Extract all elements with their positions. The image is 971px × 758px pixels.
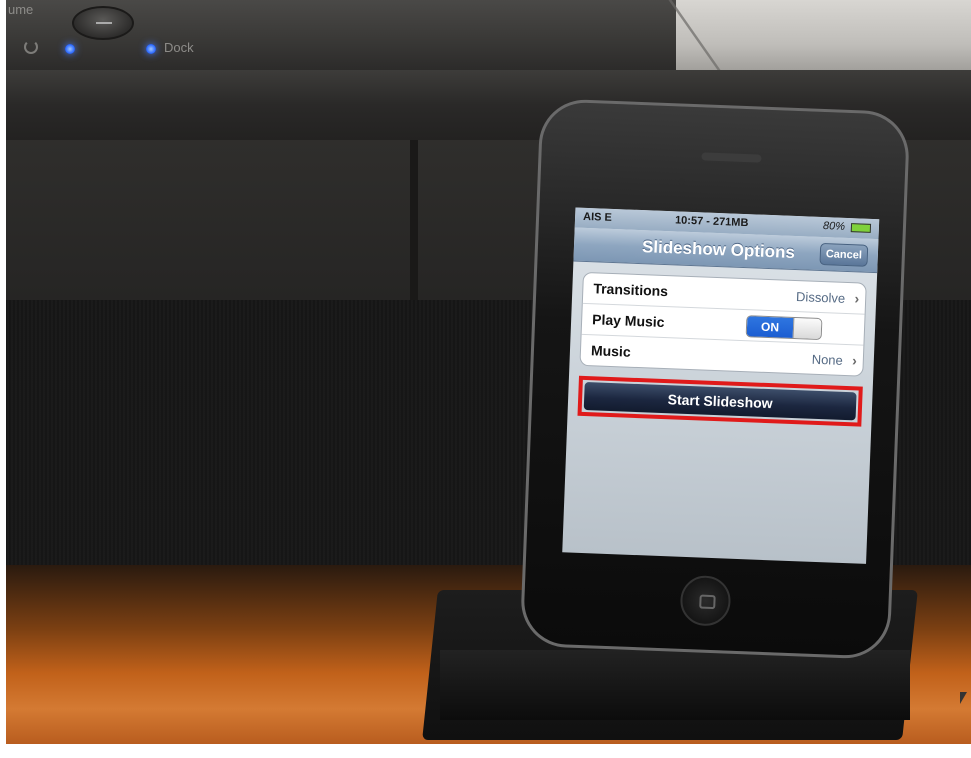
iphone: AIS E 10:57 - 271MB 80% Slideshow Option… (519, 98, 911, 660)
phone-screen: AIS E 10:57 - 271MB 80% Slideshow Option… (562, 207, 880, 564)
chevron-right-icon: › (851, 352, 858, 369)
dock-label: Dock (164, 40, 194, 55)
music-label: Music (590, 342, 631, 360)
minus-mark (96, 22, 112, 24)
page-title: Slideshow Options (641, 237, 796, 262)
battery-icon (850, 223, 872, 233)
cancel-button[interactable]: Cancel (819, 242, 869, 267)
power-led-icon (65, 44, 75, 54)
play-music-label: Play Music (591, 311, 665, 331)
volume-label: ume (8, 2, 34, 17)
home-button[interactable] (679, 574, 732, 627)
start-slideshow-button[interactable]: Start Slideshow (583, 382, 857, 421)
transitions-label: Transitions (593, 280, 669, 300)
carrier-label: AIS E (582, 210, 613, 224)
frame-border-bottom (0, 744, 971, 758)
time-memory-label: 10:57 - 271MB (674, 214, 749, 230)
settings-group: Transitions Dissolve › Play Music ON Mus… (579, 271, 867, 377)
earpiece (701, 152, 762, 163)
frame-border-left (0, 0, 6, 758)
dock-front (440, 650, 910, 720)
home-square-icon (699, 594, 716, 610)
transitions-value: Dissolve (795, 289, 846, 306)
photo-scene: ume Dock AIS E 10:57 - 271MB 80% Slidesh… (0, 0, 971, 758)
power-icon (24, 40, 38, 54)
music-value: None (811, 351, 844, 368)
toggle-knob (792, 317, 823, 341)
front-camera (678, 178, 685, 185)
panel-seam (410, 140, 418, 300)
chevron-right-icon: › (854, 290, 860, 307)
start-slideshow-highlight: Start Slideshow (577, 375, 863, 427)
toggle-on-label: ON (746, 316, 794, 340)
battery-percent: 80% (822, 220, 846, 233)
dock-led-icon (146, 44, 156, 54)
play-music-toggle[interactable]: ON (745, 315, 823, 341)
mouse-cursor-icon (960, 692, 967, 704)
